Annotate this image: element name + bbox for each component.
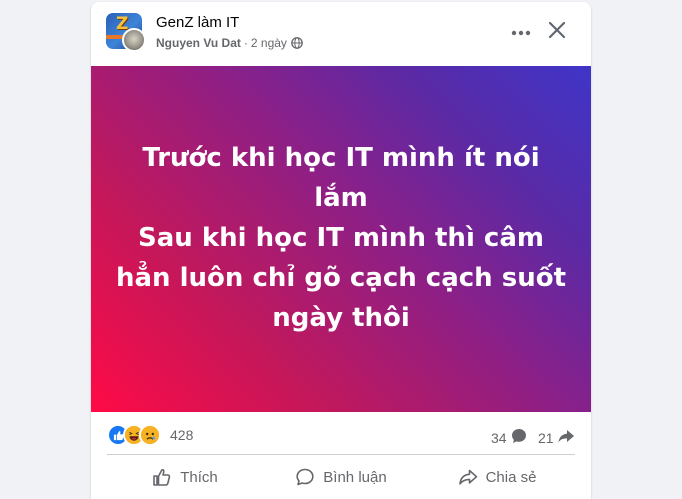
meta-separator: ·	[243, 36, 248, 50]
share-arrow-icon	[557, 427, 575, 448]
reactions-bar: 428 34 21	[91, 412, 591, 454]
post-header: Z GenZ làm IT Nguyen Vu Dat · 2 ngày	[91, 2, 591, 66]
author-name-link[interactable]: Nguyen Vu Dat	[156, 36, 241, 50]
reaction-count[interactable]: 428	[170, 427, 193, 443]
share-count-value: 21	[538, 429, 554, 446]
comment-count[interactable]: 34	[491, 427, 528, 448]
comment-button-label: Bình luận	[323, 468, 387, 486]
comment-button[interactable]: Bình luận	[263, 457, 419, 497]
reaction-icons[interactable]	[107, 424, 161, 446]
actions-divider	[107, 454, 575, 455]
post-body-text: Trước khi học IT mình ít nói lắm Sau khi…	[116, 142, 567, 333]
share-button[interactable]: Chia sẻ	[419, 457, 575, 497]
share-icon	[458, 469, 477, 485]
post-banner[interactable]: Trước khi học IT mình ít nói lắm Sau khi…	[91, 66, 591, 412]
comment-count-value: 34	[491, 429, 507, 446]
post-card: Z GenZ làm IT Nguyen Vu Dat · 2 ngày Trư…	[91, 2, 591, 499]
share-count[interactable]: 21	[538, 427, 575, 448]
like-button-label: Thích	[180, 468, 218, 486]
thumbs-up-icon	[153, 468, 171, 486]
author-avatar[interactable]	[122, 28, 146, 52]
post-timestamp[interactable]: 2 ngày	[251, 36, 287, 50]
post-meta: Nguyen Vu Dat · 2 ngày	[156, 36, 303, 50]
close-icon	[548, 21, 566, 44]
sad-reaction-icon	[139, 424, 161, 446]
globe-icon	[291, 37, 303, 49]
actions-bar: Thích Bình luận Chia sẻ	[107, 457, 575, 497]
group-name-link[interactable]: GenZ làm IT	[156, 14, 239, 31]
comment-bubble-icon	[510, 427, 528, 448]
like-button[interactable]: Thích	[107, 457, 263, 497]
comment-icon	[296, 468, 314, 486]
more-horizontal-icon	[511, 23, 531, 41]
more-options-button[interactable]	[505, 18, 537, 46]
share-button-label: Chia sẻ	[485, 468, 537, 486]
close-button[interactable]	[541, 16, 573, 48]
